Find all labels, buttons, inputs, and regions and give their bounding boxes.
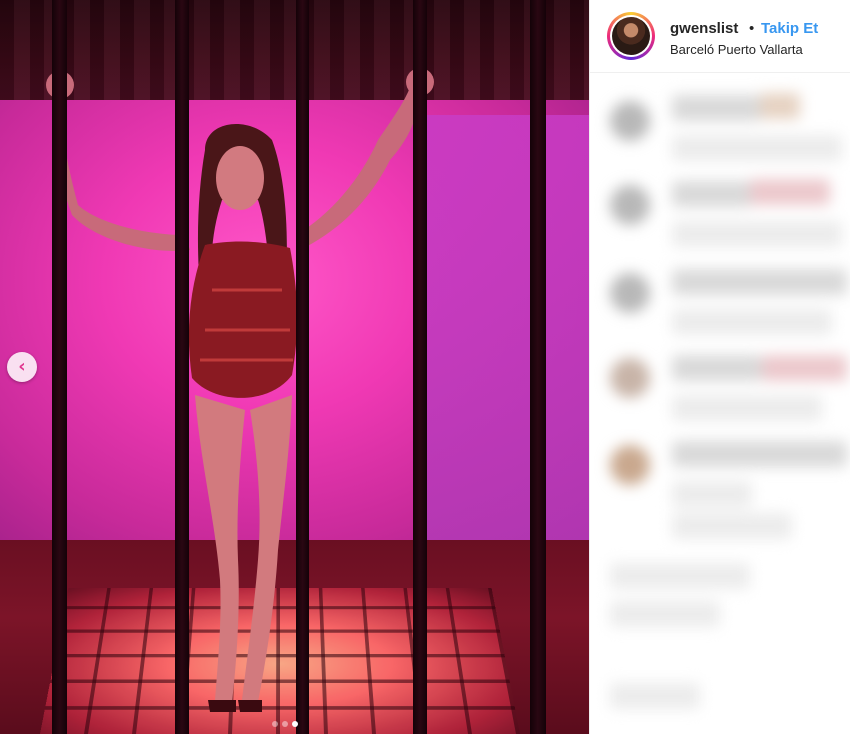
location-link[interactable]: Barceló Puerto Vallarta <box>670 42 803 57</box>
comment-line <box>762 355 847 381</box>
comment-line <box>672 221 842 247</box>
cage-bar <box>296 0 309 734</box>
avatar-image <box>612 17 650 55</box>
left-arm <box>53 75 190 251</box>
comment-avatar <box>610 358 650 398</box>
post-photo: ‹ <box>0 0 589 734</box>
story-ring[interactable] <box>607 12 655 60</box>
comments-list-blurred <box>590 73 850 734</box>
carousel-dot-active <box>292 721 298 727</box>
cage-bar <box>52 0 67 734</box>
torso <box>188 241 298 398</box>
header-separator: • <box>749 20 755 37</box>
comment-line <box>672 95 762 121</box>
cage-bar <box>530 0 546 734</box>
comment-line <box>672 513 792 539</box>
comment-line <box>760 93 800 119</box>
comment-line <box>750 179 830 205</box>
cage-bar <box>175 0 189 734</box>
comment-avatar <box>610 273 650 313</box>
dancer-figure <box>46 68 434 712</box>
comment-line <box>610 683 700 709</box>
comment-line <box>672 309 832 335</box>
username-link[interactable]: gwenslist <box>670 20 738 37</box>
post-side-panel: gwenslist • Takip Et Barceló Puerto Vall… <box>589 0 850 734</box>
comment-avatar <box>610 185 650 225</box>
comment-line <box>672 441 847 467</box>
comment-line <box>672 355 762 381</box>
left-shoe <box>208 700 236 712</box>
carousel-dot <box>282 721 288 727</box>
comment-line <box>610 601 720 627</box>
left-leg <box>195 395 245 702</box>
right-shoe <box>238 700 262 712</box>
comment-line <box>672 181 752 207</box>
avatar[interactable] <box>610 15 652 57</box>
right-leg <box>242 395 292 702</box>
carousel-indicator <box>272 714 302 727</box>
comment-line <box>672 135 842 161</box>
comment-avatar <box>610 101 650 141</box>
carousel-dot <box>272 721 278 727</box>
comment-line <box>672 481 752 507</box>
previous-photo-button[interactable]: ‹ <box>7 352 37 382</box>
chevron-left-icon: ‹ <box>18 356 26 377</box>
comment-line <box>610 563 750 589</box>
cage-bar <box>413 0 427 734</box>
face <box>216 146 264 210</box>
comment-line <box>672 395 822 421</box>
comment-avatar <box>610 445 650 485</box>
post-header: gwenslist • Takip Et Barceló Puerto Vall… <box>590 0 850 73</box>
comment-line <box>672 269 847 295</box>
right-arm <box>296 70 421 250</box>
follow-button[interactable]: Takip Et <box>761 20 818 37</box>
